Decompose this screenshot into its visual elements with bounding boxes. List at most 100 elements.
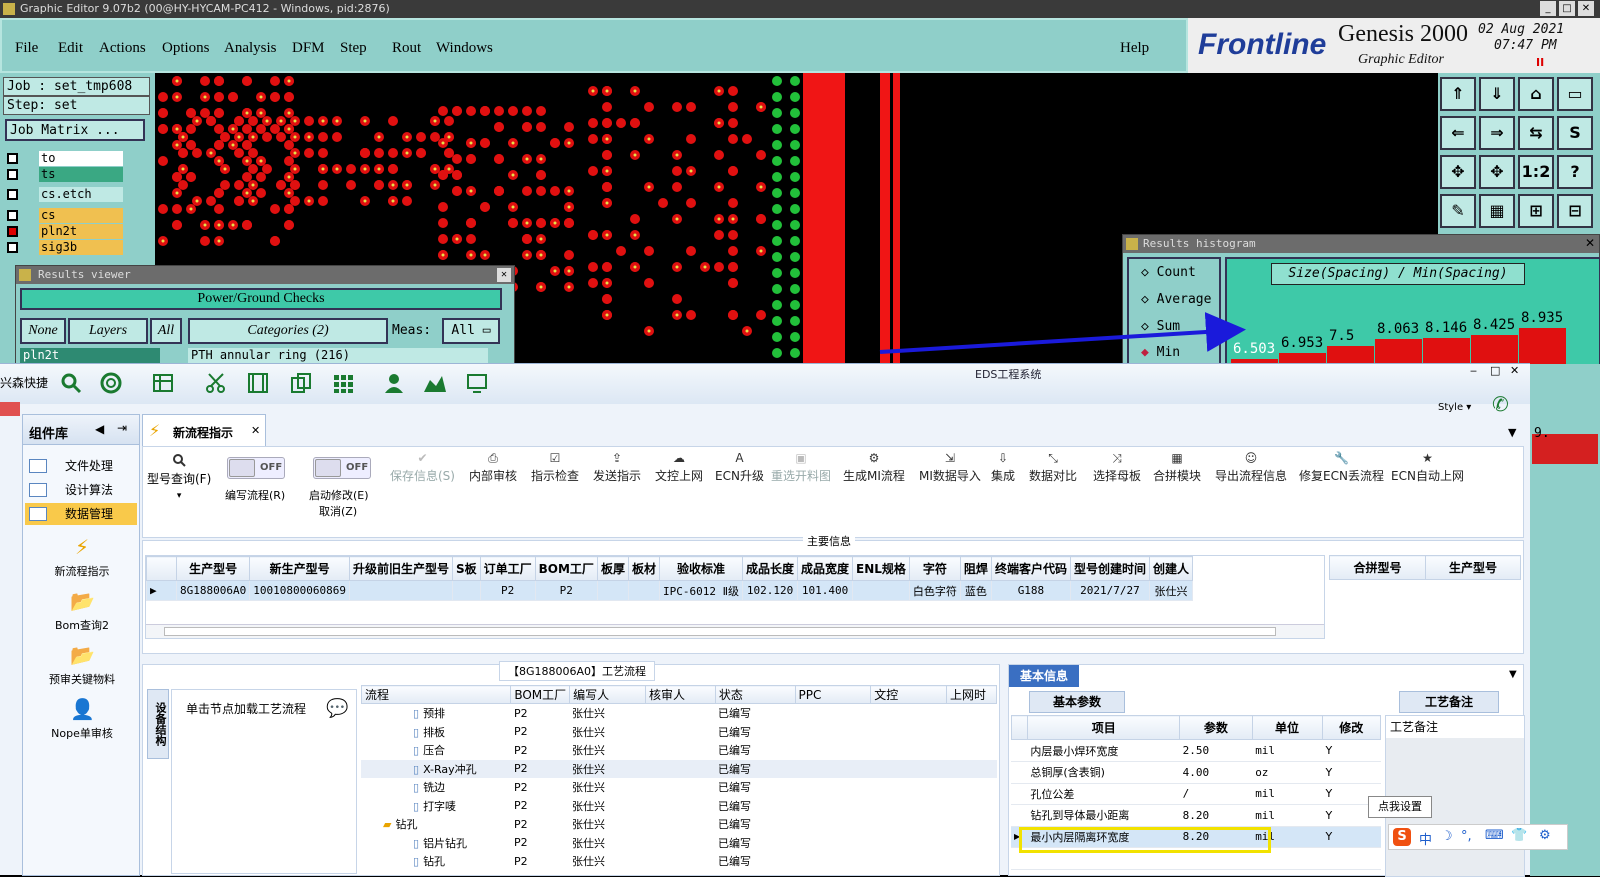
table-cell[interactable]: [596, 580, 629, 601]
pin-icon[interactable]: ⇥: [117, 421, 127, 435]
process-header[interactable]: 文控: [870, 685, 947, 704]
table-cell[interactable]: 102.120: [741, 580, 799, 601]
copy-icon[interactable]: [290, 372, 312, 394]
param-value[interactable]: /: [1179, 783, 1253, 805]
process-note-tab[interactable]: 工艺备注: [1399, 691, 1499, 713]
table-cell[interactable]: [348, 580, 453, 601]
toolbar-button-15[interactable]: 🔧 修复ECN丢流程: [1299, 451, 1384, 484]
toolbar-button-11[interactable]: ⤡ 数据对比: [1029, 451, 1077, 484]
toolbar-button-14[interactable]: ☺ 导出流程信息: [1215, 451, 1287, 484]
process-row[interactable]: ▯ X-Ray冲孔 P2 张仕兴 已编写: [361, 759, 997, 778]
toolbar-button-4[interactable]: ⇪ 发送指示: [593, 451, 641, 484]
param-value[interactable]: 2.50: [1179, 740, 1253, 762]
side-item-1[interactable]: 文件处理: [25, 455, 137, 477]
user-icon[interactable]: [383, 372, 405, 394]
basic-info-tab[interactable]: 基本信息: [1009, 665, 1079, 687]
side-tool-1[interactable]: ⚡ 新流程指示: [23, 535, 141, 579]
moon-icon[interactable]: ☽: [1441, 829, 1453, 844]
write-flow-toggle[interactable]: OFF: [227, 457, 285, 479]
film-icon[interactable]: [247, 372, 269, 394]
monitor-icon[interactable]: [466, 372, 488, 394]
main-table-header[interactable]: 验收标准: [658, 556, 744, 581]
process-header[interactable]: BOM工厂: [510, 685, 571, 704]
side-tool-4[interactable]: 👤 Nope单审核: [23, 697, 141, 741]
style-menu[interactable]: Style ▾: [1438, 402, 1471, 413]
scissors-icon[interactable]: [205, 372, 227, 394]
main-table-header[interactable]: 阻焊: [959, 556, 992, 581]
toolbar-button-3[interactable]: ☑ 指示检查: [531, 451, 579, 484]
basic-params-tab[interactable]: 基本参数: [1029, 691, 1125, 713]
toolbar-button-12[interactable]: ⤨ 选择母板: [1093, 451, 1141, 484]
process-row[interactable]: ▯ 打字唛 P2 张仕兴 已编写: [361, 797, 997, 816]
process-header[interactable]: 编写人: [569, 685, 646, 704]
sogou-icon[interactable]: S: [1393, 828, 1411, 846]
query-button[interactable]: 型号查询(F) ▾: [147, 453, 211, 501]
main-table-header[interactable]: BOM工厂: [534, 556, 598, 581]
table-cell[interactable]: [627, 580, 660, 601]
side-tool-2[interactable]: 📂 Bom查询2: [23, 589, 141, 633]
settings-icon[interactable]: ⚙: [1539, 828, 1551, 843]
process-row[interactable]: ▯ 铣边 P2 张仕兴 已编写: [361, 778, 997, 797]
tab-new-flow[interactable]: ⚡ 新流程指示 ✕: [142, 414, 266, 446]
main-table-header[interactable]: 板厚: [596, 556, 629, 581]
main-table-header[interactable]: 创建人: [1148, 556, 1193, 581]
device-structure-tab[interactable]: 设备结构: [147, 689, 169, 759]
param-value[interactable]: 8.20: [1179, 804, 1253, 827]
process-header[interactable]: 状态: [714, 685, 796, 704]
main-table-header[interactable]: 字符: [908, 556, 961, 581]
table-cell[interactable]: 张仕兴: [1148, 580, 1193, 601]
table-icon[interactable]: [152, 372, 174, 394]
search-icon[interactable]: [60, 372, 82, 394]
toolbar-button-13[interactable]: ▦ 合拼模块: [1153, 451, 1201, 484]
tab-close-icon[interactable]: ✕: [251, 424, 260, 437]
param-value[interactable]: 4.00: [1179, 761, 1253, 784]
phone-icon[interactable]: ✆: [1492, 392, 1509, 416]
eds-minimize-icon[interactable]: ‒: [1470, 364, 1477, 377]
basic-info-dropdown-icon[interactable]: ▼: [1509, 669, 1517, 680]
tab-dropdown-icon[interactable]: ▼: [1508, 426, 1516, 439]
grid-icon[interactable]: [332, 372, 354, 394]
eds-close-icon[interactable]: ✕: [1510, 364, 1519, 377]
main-table-header[interactable]: 成品宽度: [797, 556, 854, 581]
chevron-left-icon[interactable]: ◀: [95, 422, 104, 436]
toolbar-button-1[interactable]: ✔ 保存信息(S): [390, 451, 455, 484]
params-header[interactable]: 修改: [1321, 715, 1381, 740]
toolbar-button-5[interactable]: ☁ 文控上网: [655, 451, 703, 484]
process-header[interactable]: 核审人: [644, 685, 716, 704]
toolbar-button-10[interactable]: ⇩ 集成: [991, 451, 1015, 484]
table-cell[interactable]: 蓝色: [959, 580, 992, 601]
process-header[interactable]: 上网时: [946, 685, 997, 704]
table-row[interactable]: ▶ 8G188006A0 10010800060869 P2 P2 IPC-6012 Ⅱ级…: [146, 580, 1193, 601]
skin-icon[interactable]: 👕: [1511, 828, 1527, 843]
main-table-header[interactable]: 板材: [627, 556, 660, 581]
table-cell[interactable]: 10010800060869: [249, 580, 350, 601]
params-header[interactable]: 项目: [1027, 715, 1181, 740]
toolbar-button-16[interactable]: ★ ECN自动上网: [1391, 451, 1464, 484]
process-row[interactable]: ▯ 钻孔 P2 张仕兴 已编写: [361, 852, 997, 871]
main-table-header[interactable]: 成品长度: [741, 556, 799, 581]
toolbar-button-2[interactable]: ⎙ 内部审核: [469, 451, 517, 484]
main-table-header[interactable]: S板: [451, 556, 481, 581]
process-row[interactable]: ▰ 钻孔 P2 张仕兴 已编写: [361, 815, 997, 834]
lifebuoy-icon[interactable]: [100, 372, 122, 394]
ime-chinese-mode[interactable]: 中: [1419, 829, 1432, 848]
param-row[interactable]: 孔位公差 / mil Y: [1011, 783, 1381, 805]
process-row[interactable]: ▯ 铝片钻孔 P2 张仕兴 已编写: [361, 834, 997, 853]
process-header[interactable]: 流程: [361, 685, 512, 704]
main-table-header[interactable]: 生产型号: [175, 556, 251, 581]
table-cell[interactable]: G188: [990, 580, 1071, 601]
table-cell[interactable]: IPC-6012 Ⅱ级: [658, 580, 744, 601]
main-table-header[interactable]: 新生产型号: [249, 556, 350, 581]
table-cell[interactable]: 101.400: [797, 580, 854, 601]
table-cell[interactable]: [451, 580, 481, 601]
eds-maximize-icon[interactable]: □: [1490, 364, 1500, 377]
main-table-header[interactable]: 升级前旧生产型号: [348, 556, 453, 581]
start-modify-toggle[interactable]: OFF: [313, 457, 371, 479]
toolbar-button-7[interactable]: ▣ 重选开料图: [771, 451, 831, 484]
main-table-header[interactable]: 型号创建时间: [1069, 556, 1150, 581]
cancel-label[interactable]: 取消(Z): [319, 503, 357, 519]
table-cell[interactable]: P2: [479, 580, 536, 601]
process-header[interactable]: PPC: [794, 685, 872, 704]
param-row[interactable]: 钻孔到导体最小距离 8.20 mil Y: [1011, 804, 1381, 827]
table-cell[interactable]: 8G188006A0: [175, 580, 251, 601]
